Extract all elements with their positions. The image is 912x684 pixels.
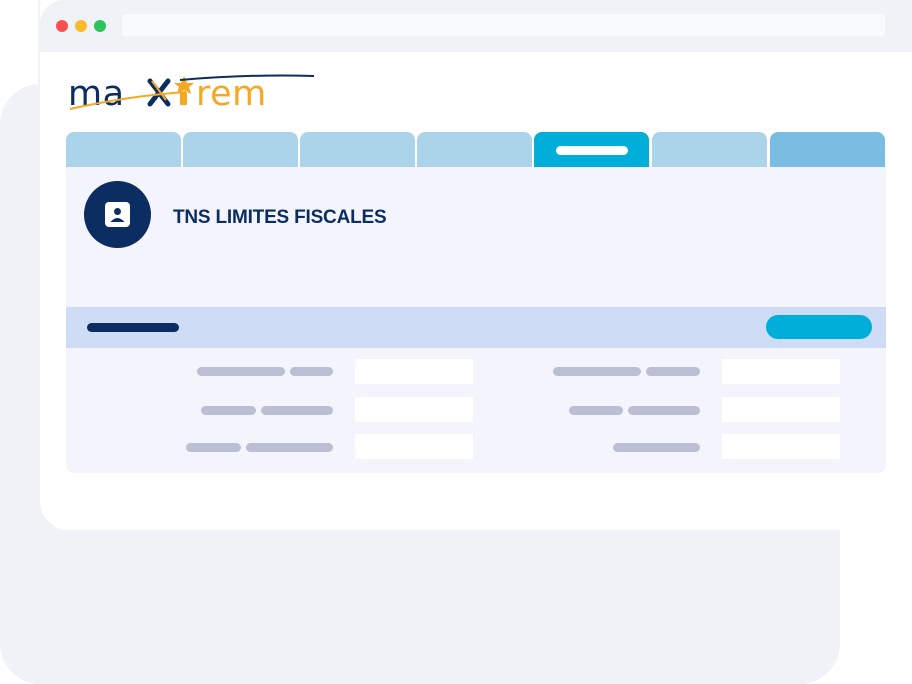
address-bar[interactable]: [122, 14, 885, 36]
maximize-window-button[interactable]: [94, 20, 106, 32]
tab-2[interactable]: [183, 132, 298, 167]
maxirem-logo: ma rem: [68, 72, 318, 112]
form-input-field[interactable]: [355, 397, 473, 422]
tab-5-active[interactable]: [534, 132, 649, 167]
form-input-field[interactable]: [722, 434, 840, 459]
section-header: [66, 307, 886, 348]
form-label-placeholder: [569, 406, 623, 415]
form-input-field[interactable]: [355, 359, 473, 384]
page-title: TNS LIMITES FISCALES: [173, 207, 387, 228]
id-card-icon: [84, 181, 151, 248]
svg-text:rem: rem: [196, 74, 267, 112]
form-input-field[interactable]: [355, 434, 473, 459]
main-panel: TNS LIMITES FISCALES: [66, 167, 886, 473]
form-input-field[interactable]: [722, 397, 840, 422]
tab-3[interactable]: [300, 132, 415, 167]
minimize-window-button[interactable]: [75, 20, 87, 32]
form-label-placeholder: [290, 367, 333, 376]
form-label-placeholder: [197, 367, 285, 376]
form-label-placeholder: [646, 367, 700, 376]
form-label-placeholder: [613, 443, 700, 452]
section-action-button[interactable]: [766, 315, 872, 339]
close-window-button[interactable]: [56, 20, 68, 32]
tab-7[interactable]: [770, 132, 885, 167]
form-label-placeholder: [628, 406, 700, 415]
tab-4[interactable]: [417, 132, 532, 167]
form-input-field[interactable]: [722, 359, 840, 384]
tab-bar: [66, 132, 886, 167]
tab-1[interactable]: [66, 132, 181, 167]
form-label-placeholder: [553, 367, 641, 376]
svg-text:ma: ma: [68, 74, 125, 112]
section-title-placeholder: [87, 323, 179, 332]
form-label-placeholder: [201, 406, 256, 415]
form-label-placeholder: [261, 406, 333, 415]
browser-titlebar: [40, 0, 912, 52]
form-label-placeholder: [246, 443, 333, 452]
form-label-placeholder: [186, 443, 241, 452]
tab-5-label-placeholder: [556, 146, 628, 155]
tab-6[interactable]: [652, 132, 767, 167]
